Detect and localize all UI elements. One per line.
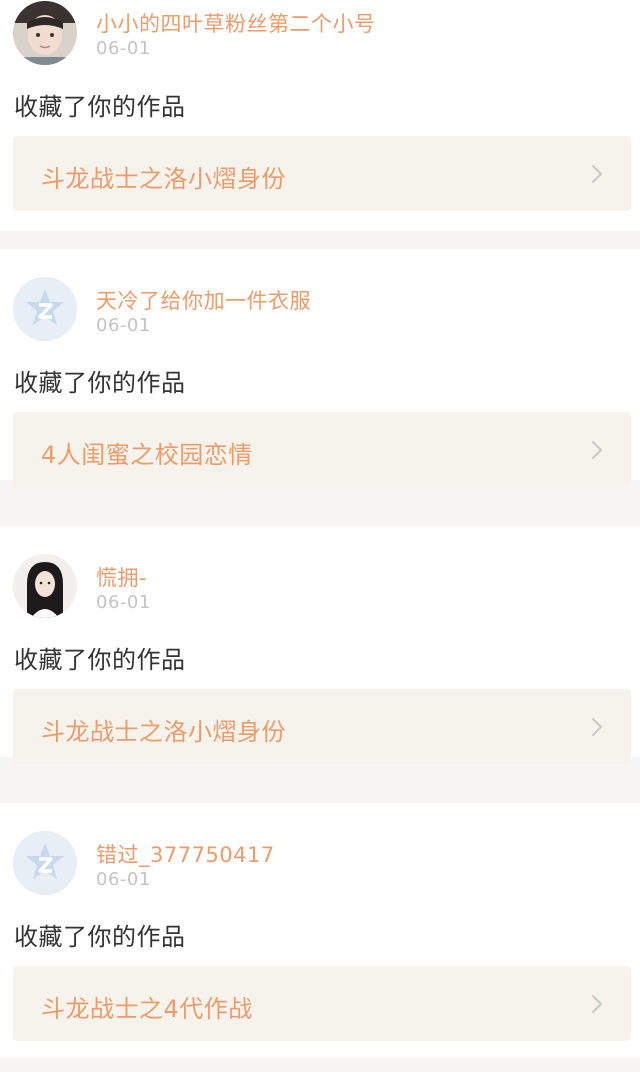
username[interactable]: 小小的四叶草粉丝第二个小号 [96, 8, 376, 38]
timestamp: 06-01 [96, 869, 151, 890]
user-avatar[interactable] [13, 831, 77, 895]
action-text: 收藏了你的作品 [14, 369, 186, 397]
work-title: 斗龙战士之洛小熠身份 [41, 165, 286, 193]
notification-item: 错过_377750417 06-01 收藏了你的作品 斗龙战士之4代作战 [0, 803, 640, 1058]
work-link[interactable]: 斗龙战士之4代作战 [13, 966, 631, 1041]
work-title: 斗龙战士之洛小熠身份 [41, 718, 286, 746]
work-link[interactable]: 4人闺蜜之校园恋情 [13, 412, 631, 487]
timestamp: 06-01 [96, 38, 151, 59]
notification-item: 小小的四叶草粉丝第二个小号 06-01 收藏了你的作品 斗龙战士之洛小熠身份 [0, 0, 640, 231]
action-text: 收藏了你的作品 [14, 646, 186, 674]
chevron-right-icon [592, 165, 602, 183]
chevron-right-icon [592, 995, 602, 1013]
work-link[interactable]: 斗龙战士之洛小熠身份 [13, 136, 631, 211]
work-link[interactable]: 斗龙战士之洛小熠身份 [13, 689, 631, 764]
work-title: 4人闺蜜之校园恋情 [41, 441, 253, 469]
notification-item: 天冷了给你加一件衣服 06-01 收藏了你的作品 4人闺蜜之校园恋情 [0, 249, 640, 487]
notification-feed: 小小的四叶草粉丝第二个小号 06-01 收藏了你的作品 斗龙战士之洛小熠身份 天… [0, 0, 640, 1072]
username[interactable]: 慌拥- [96, 562, 147, 592]
work-title: 斗龙战士之4代作战 [41, 995, 253, 1023]
user-avatar[interactable] [13, 277, 77, 341]
timestamp: 06-01 [96, 592, 151, 613]
action-text: 收藏了你的作品 [14, 923, 186, 951]
username[interactable]: 天冷了给你加一件衣服 [96, 285, 311, 315]
chevron-right-icon [592, 441, 602, 459]
user-photo-icon [13, 1, 77, 65]
default-avatar-icon [13, 831, 77, 895]
action-text: 收藏了你的作品 [14, 93, 186, 121]
default-avatar-icon [13, 277, 77, 341]
username[interactable]: 错过_377750417 [96, 839, 275, 869]
chevron-right-icon [592, 718, 602, 736]
timestamp: 06-01 [96, 315, 151, 336]
notification-item: 慌拥- 06-01 收藏了你的作品 斗龙战士之洛小熠身份 [0, 526, 640, 764]
user-avatar[interactable] [13, 1, 77, 65]
user-avatar[interactable] [13, 554, 77, 618]
user-photo-icon [13, 554, 77, 618]
